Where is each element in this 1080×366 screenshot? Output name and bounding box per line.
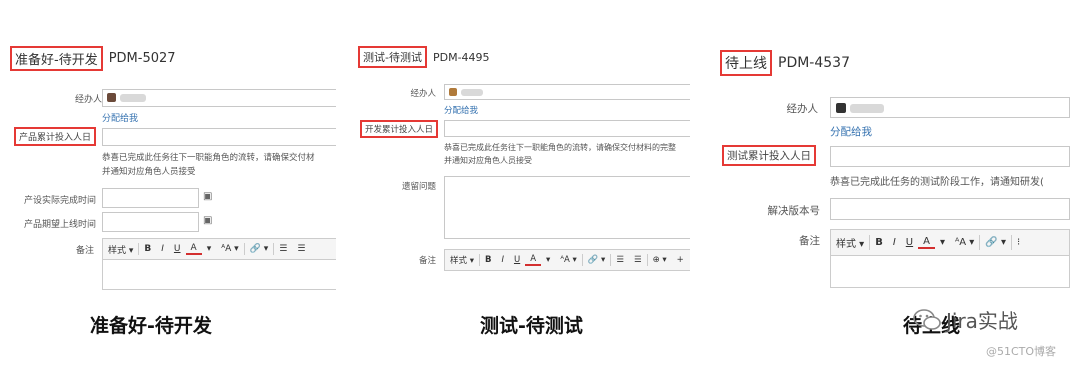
fix-version-input[interactable] bbox=[830, 198, 1070, 220]
editor-toolbar: 样式 ▾ B I U A ▾ ᴬA ▾ 🔗 ▾ ⁝ bbox=[830, 229, 1070, 256]
status-badge: 待上线 bbox=[720, 50, 772, 76]
panel-header: 待上线 PDM-4537 bbox=[720, 50, 850, 76]
watermark-brand: Jira实战 bbox=[912, 305, 1018, 334]
remaining-issues-textarea[interactable] bbox=[444, 176, 690, 239]
numbered-list-button[interactable]: ☰ bbox=[629, 255, 647, 265]
avatar bbox=[107, 93, 116, 102]
font-size-dropdown[interactable]: ᴬA ▾ bbox=[950, 237, 979, 248]
style-dropdown[interactable]: 样式 ▾ bbox=[103, 243, 138, 256]
message-line-2: 并通知对应角色人员接受 bbox=[444, 155, 532, 165]
style-dropdown[interactable]: 样式 ▾ bbox=[445, 254, 479, 266]
remaining-issues-label: 遗留问题 bbox=[401, 182, 436, 192]
style-dropdown[interactable]: 样式 ▾ bbox=[831, 235, 869, 250]
transition-message: 恭喜已完成此任务的测试阶段工作，请通知研发( bbox=[830, 175, 1044, 191]
text-color-dropdown[interactable]: ▾ bbox=[541, 255, 555, 265]
issue-key[interactable]: PDM-4537 bbox=[778, 55, 850, 71]
italic-button[interactable]: I bbox=[496, 255, 509, 265]
italic-button[interactable]: I bbox=[156, 244, 169, 254]
comment-editor[interactable] bbox=[830, 256, 1070, 288]
underline-button[interactable]: U bbox=[509, 255, 525, 265]
list-button[interactable]: ⁝ bbox=[1012, 237, 1025, 248]
assign-to-me-link[interactable]: 分配给我 bbox=[102, 111, 138, 124]
watermark-site: @51CTO博客 bbox=[986, 345, 1057, 358]
italic-button[interactable]: I bbox=[888, 237, 901, 248]
message-line-1: 恭喜已完成此任务往下一职能角色的流转，请确保交付材料的完整 bbox=[444, 143, 676, 152]
panel-header: 测试-待测试 PDM-4495 bbox=[358, 46, 490, 68]
add-button[interactable]: + bbox=[672, 255, 689, 265]
status-badge: 准备好-待开发 bbox=[10, 46, 103, 71]
assignee-user bbox=[836, 103, 884, 113]
actual-done-label: 产设实际完成时间 bbox=[23, 196, 96, 206]
calendar-icon[interactable]: ▣ bbox=[203, 191, 212, 202]
calendar-icon[interactable]: ▣ bbox=[203, 215, 212, 226]
message-line-1: 恭喜已完成此任务往下一职能角色的流转，请确保交付材 bbox=[102, 153, 315, 163]
effort-input[interactable] bbox=[102, 128, 336, 146]
font-size-dropdown[interactable]: ᴬA ▾ bbox=[555, 255, 581, 265]
effort-label: 开发累计投入人日 bbox=[360, 120, 439, 138]
comment-label: 备注 bbox=[799, 235, 820, 247]
assignee-label: 经办人 bbox=[786, 103, 819, 115]
link-dropdown[interactable]: 🔗 ▾ bbox=[245, 244, 274, 254]
bullet-list-button[interactable]: ☰ bbox=[274, 244, 292, 254]
text-color-dropdown[interactable]: ▾ bbox=[202, 244, 217, 254]
panel-test-pending: 测试-待测试 PDM-4495 经办人 分配给我 开发累计投入人日 恭喜已完成此… bbox=[358, 40, 690, 275]
bullet-list-button[interactable]: ☰ bbox=[611, 255, 629, 265]
text-color-button[interactable]: A bbox=[525, 254, 542, 266]
avatar bbox=[836, 103, 846, 113]
blurred-name bbox=[461, 88, 483, 96]
expected-release-label: 产品期望上线时间 bbox=[23, 220, 96, 230]
assignee-field[interactable] bbox=[102, 89, 336, 107]
panel-header: 准备好-待开发 PDM-5027 bbox=[10, 46, 176, 71]
assignee-field[interactable] bbox=[444, 84, 690, 100]
text-color-button[interactable]: A bbox=[918, 236, 935, 249]
panel-pending-release: 待上线 PDM-4537 经办人 分配给我 测试累计投入人日 恭喜已完成此任务的… bbox=[720, 40, 1070, 288]
panel-ready-for-dev: 准备好-待开发 PDM-5027 经办人 分配给我 产品累计投入人日 恭喜已完成… bbox=[10, 40, 336, 290]
editor-toolbar: 样式 ▾ B I U A ▾ ᴬA ▾ 🔗 ▾ ☰ ☰ ⊕ ▾ + bbox=[444, 249, 690, 271]
text-color-dropdown[interactable]: ▾ bbox=[935, 237, 950, 248]
effort-input[interactable] bbox=[830, 146, 1070, 167]
assign-to-me-link[interactable]: 分配给我 bbox=[444, 104, 478, 116]
caption-ready-for-dev: 准备好-待开发 bbox=[90, 315, 212, 337]
effort-label: 产品累计投入人日 bbox=[14, 127, 97, 146]
assignee-user bbox=[107, 93, 146, 102]
message-line-2: 并通知对应角色人员接受 bbox=[102, 166, 196, 177]
assign-to-me-link[interactable]: 分配给我 bbox=[830, 124, 872, 139]
assignee-field[interactable] bbox=[830, 97, 1070, 118]
transition-message: 恭喜已完成此任务往下一职能角色的流转，请确保交付材料的完整 并通知对应角色人员接… bbox=[444, 142, 676, 168]
blurred-name bbox=[850, 103, 884, 113]
status-badge: 测试-待测试 bbox=[358, 46, 427, 68]
issue-key[interactable]: PDM-5027 bbox=[109, 51, 176, 66]
caption-test-pending: 测试-待测试 bbox=[480, 315, 583, 337]
link-dropdown[interactable]: 🔗 ▾ bbox=[583, 255, 611, 265]
effort-input[interactable] bbox=[444, 120, 690, 137]
bold-button[interactable]: B bbox=[139, 244, 156, 254]
wechat-icon bbox=[913, 308, 941, 330]
bold-button[interactable]: B bbox=[480, 255, 496, 265]
underline-button[interactable]: U bbox=[901, 237, 918, 248]
numbered-list-button[interactable]: ☰ bbox=[292, 244, 310, 254]
text-color-button[interactable]: A bbox=[185, 243, 202, 255]
effort-label: 测试累计投入人日 bbox=[722, 145, 816, 166]
editor-toolbar: 样式 ▾ B I U A ▾ ᴬA ▾ 🔗 ▾ ☰ ☰ bbox=[102, 238, 336, 260]
expected-release-date-input[interactable] bbox=[102, 212, 199, 232]
transition-message: 恭喜已完成此任务往下一职能角色的流转，请确保交付材 并通知对应角色人员接受 bbox=[102, 152, 315, 179]
fix-version-label: 解决版本号 bbox=[767, 205, 821, 217]
comment-label: 备注 bbox=[75, 246, 94, 256]
assignee-label: 经办人 bbox=[410, 89, 436, 99]
comment-label: 备注 bbox=[418, 256, 436, 266]
underline-button[interactable]: U bbox=[169, 244, 186, 254]
actual-done-date-input[interactable] bbox=[102, 188, 199, 208]
blurred-name bbox=[120, 93, 146, 102]
message-line-1: 恭喜已完成此任务的测试阶段工作，请通知研发( bbox=[830, 177, 1044, 188]
assignee-label: 经办人 bbox=[74, 95, 102, 105]
insert-dropdown[interactable]: ⊕ ▾ bbox=[648, 255, 672, 265]
issue-key[interactable]: PDM-4495 bbox=[433, 51, 490, 64]
comment-editor[interactable] bbox=[102, 260, 336, 290]
bold-button[interactable]: B bbox=[870, 237, 888, 248]
link-dropdown[interactable]: 🔗 ▾ bbox=[980, 237, 1011, 248]
font-size-dropdown[interactable]: ᴬA ▾ bbox=[216, 244, 243, 254]
avatar bbox=[449, 88, 457, 96]
assignee-user bbox=[449, 88, 483, 96]
watermark-brand-text: Jira实战 bbox=[946, 309, 1018, 333]
